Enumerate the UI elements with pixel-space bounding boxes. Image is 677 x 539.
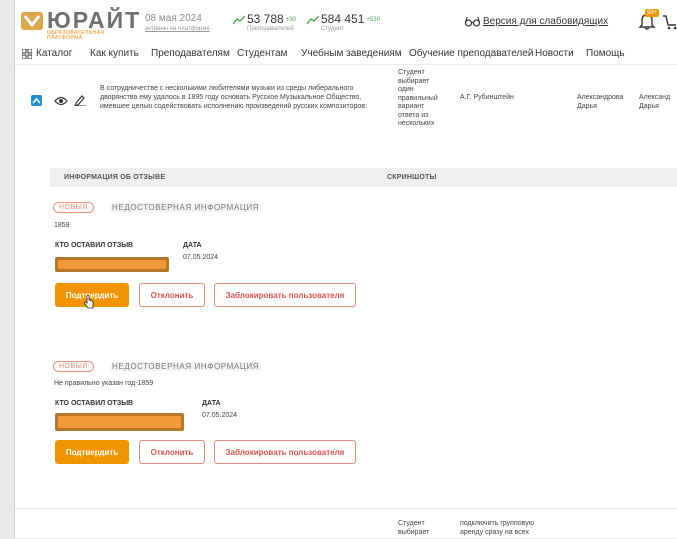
stat-students-value: 584 451: [321, 12, 365, 26]
stat-students-delta: +530: [366, 16, 380, 23]
logo[interactable]: ЮРАЙТ ОБРАЗОВАТЕЛЬНАЯ ПЛАТФОРМА: [21, 7, 139, 41]
question-type: Студент выбирает один правильный вариант отве…: [398, 69, 438, 127]
nav-teachers[interactable]: Преподавателям: [151, 48, 230, 59]
trend-up-icon: [233, 15, 245, 25]
cart-icon[interactable]: [663, 14, 677, 30]
redacted-user: [55, 257, 169, 272]
reject-button[interactable]: Отклонить: [139, 283, 205, 307]
app-window: ЮРАЙТ ОБРАЗОВАТЕЛЬНАЯ ПЛАТФОРМА 08 мая 2…: [14, 0, 677, 538]
review-date: 07.05.2024: [183, 254, 219, 261]
hand-cursor-icon: [84, 295, 94, 309]
review-text: 1859: [54, 222, 70, 229]
block-user-button[interactable]: Заблокировать пользователя: [214, 283, 356, 307]
date-label: ДАТА: [183, 242, 202, 249]
header: ЮРАЙТ ОБРАЗОВАТЕЛЬНАЯ ПЛАТФОРМА 08 мая 2…: [15, 0, 677, 44]
chevron-up-icon: [32, 97, 41, 104]
block-user-button[interactable]: Заблокировать пользователя: [214, 440, 356, 464]
trend-up-icon: [307, 15, 319, 25]
author-name: Александрова Дарья: [577, 94, 624, 110]
nav-students[interactable]: Студентам: [237, 48, 287, 59]
main-nav: Каталог Как купить Преподавателям Студен…: [15, 44, 677, 65]
nav-teacher-training[interactable]: Обучение преподавателей: [409, 48, 533, 59]
eye-icon[interactable]: [54, 96, 68, 106]
status-badge: НОВЫЙ: [53, 361, 94, 372]
answer-text: А.Г. Рубинштейн: [460, 94, 514, 101]
header-date: 08 мая 2024: [145, 13, 202, 24]
answer-text: подключить групповую аренду сразу на всех: [460, 520, 534, 536]
review-date: 07.05.2024: [202, 412, 238, 419]
date-label: ДАТА: [202, 400, 221, 407]
low-vision-link[interactable]: Версия для слабовидящих: [465, 16, 609, 27]
screenshots-header: СКРИНШОТЫ: [387, 174, 437, 181]
catalog-grid-icon: [22, 49, 32, 59]
who-label: КТО ОСТАВИЛ ОТЗЫВ: [55, 242, 134, 249]
nav-news[interactable]: Новости: [535, 48, 574, 59]
review-info-header: ИНФОРМАЦИЯ ОБ ОТЗЫВЕ: [64, 174, 166, 181]
review-category: НЕДОСТОВЕРНАЯ ИНФОРМАЦИЯ: [110, 362, 262, 371]
review-category: НЕДОСТОВЕРНАЯ ИНФОРМАЦИЯ: [110, 203, 262, 212]
author-name: Александ Дарья: [639, 94, 671, 110]
nav-help[interactable]: Помощь: [586, 48, 625, 59]
stat-teachers-delta: +30: [285, 16, 296, 23]
who-label: КТО ОСТАВИЛ ОТЗЫВ: [55, 400, 134, 407]
header-active-link[interactable]: активны на платформе: [145, 26, 210, 32]
glasses-icon: [465, 16, 480, 27]
collapse-toggle[interactable]: [31, 95, 42, 106]
logo-subtitle: ОБРАЗОВАТЕЛЬНАЯ ПЛАТФОРМА: [47, 30, 105, 41]
edit-pencil-icon[interactable]: [74, 94, 86, 106]
notification-badge: 99+: [645, 9, 660, 17]
status-badge: НОВЫЙ: [53, 202, 94, 213]
nav-catalog[interactable]: Каталог: [36, 48, 72, 59]
review-text: Не правильно указан год-1859: [54, 380, 154, 387]
redacted-user: [55, 413, 184, 431]
stat-students-caption: Студент: [321, 26, 344, 32]
question-type: Студент выбирает: [398, 520, 430, 536]
review-section-header: ИНФОРМАЦИЯ ОБ ОТЗЫВЕ СКРИНШОТЫ: [50, 168, 677, 187]
confirm-button[interactable]: Подтвердить: [55, 440, 129, 464]
logo-icon: [21, 12, 43, 30]
question-text: В сотрудничестве с несколькими любителям…: [100, 85, 367, 110]
nav-how-to-buy[interactable]: Как купить: [90, 48, 139, 59]
reject-button[interactable]: Отклонить: [139, 440, 205, 464]
table-row: Студент выбирает подключить групповую арен…: [15, 508, 677, 539]
low-vision-label: Версия для слабовидящих: [483, 16, 609, 27]
nav-institutions[interactable]: Учебным заведениям: [301, 48, 402, 59]
stat-teachers-caption: Преподавателей: [247, 26, 294, 32]
stat-teachers-value: 53 788: [247, 12, 284, 26]
table-row: В сотрудничестве с несколькими любителям…: [15, 64, 677, 154]
